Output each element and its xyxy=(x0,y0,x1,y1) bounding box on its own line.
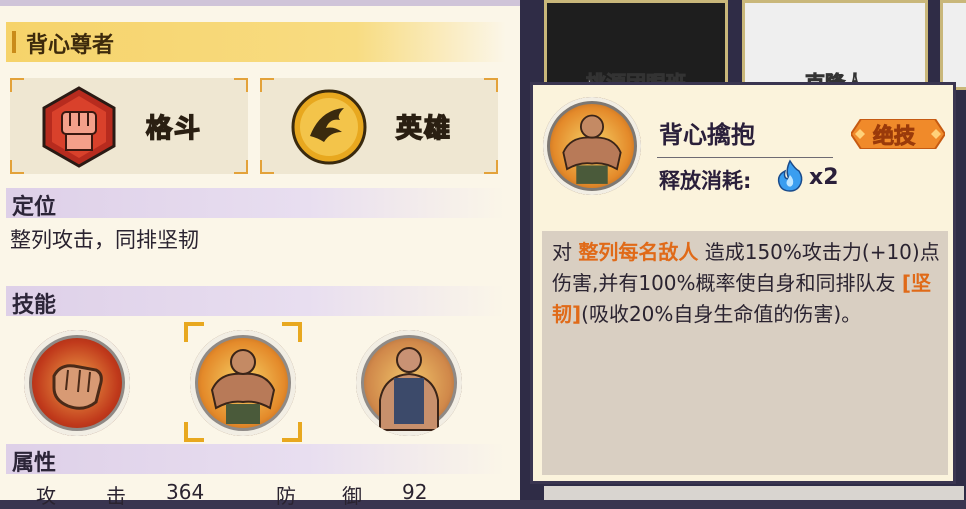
card-corner xyxy=(260,78,274,92)
skill-tooltip: 背心擒抱 绝技 释放消耗: x2 对 整列每名敌人 造成150%攻击力(+10)… xyxy=(530,82,956,484)
muscle-man-icon xyxy=(562,114,622,184)
desc-text: (吸收20%自身生命值的伤害)。 xyxy=(581,302,862,326)
hero-title-bar: 背心尊者 xyxy=(6,22,506,62)
hero-card-3[interactable] xyxy=(940,0,966,90)
panel-top-border xyxy=(0,0,520,6)
skill-name: 背心擒抱 xyxy=(659,121,755,149)
rank-label: 英雄 xyxy=(395,113,453,145)
skill-fist[interactable] xyxy=(24,330,130,436)
card-corner xyxy=(10,78,24,92)
card-corner xyxy=(234,78,248,92)
card-corner xyxy=(484,160,498,174)
skills-title: 技能 xyxy=(12,293,57,318)
class-label: 格斗 xyxy=(145,113,203,145)
skill-description: 对 整列每名敌人 造成150%攻击力(+10)点伤害,并有100%概率使自身和同… xyxy=(552,237,940,330)
skill-avatar xyxy=(543,97,641,195)
attributes-title: 属性 xyxy=(12,451,57,476)
hero-card-2[interactable]: 克隆人 xyxy=(742,0,928,96)
cost-multiplier: x2 xyxy=(809,165,839,190)
rank-card[interactable]: 英雄 xyxy=(260,78,498,174)
card-corner xyxy=(484,78,498,92)
desc-text: 对 xyxy=(552,240,579,264)
skill-vest-tackle[interactable] xyxy=(190,330,296,436)
position-section-header: 定位 xyxy=(6,188,506,220)
skill-description-box: 对 整列每名敌人 造成150%攻击力(+10)点伤害,并有100%概率使自身和同… xyxy=(542,231,948,475)
attack-label-1: 攻 xyxy=(36,484,56,508)
skill-passive[interactable] xyxy=(356,330,462,436)
position-title: 定位 xyxy=(12,195,57,220)
title-accent xyxy=(12,31,16,53)
position-description: 整列攻击，同排坚韧 xyxy=(10,228,199,252)
hero-card-bottom xyxy=(544,486,964,500)
punch-fist-icon xyxy=(52,364,103,410)
muscle-man-icon xyxy=(210,349,276,424)
hero-card-1[interactable]: 桃源团眼班 xyxy=(544,0,728,96)
card-corner xyxy=(260,160,274,174)
cost-label: 释放消耗: xyxy=(659,169,752,193)
skills-section-header: 技能 xyxy=(6,286,506,318)
attack-value: 364 xyxy=(166,480,205,504)
defense-value: 92 xyxy=(402,480,428,504)
muscle-man-icon xyxy=(379,347,439,431)
attack-label-2: 击 xyxy=(106,484,126,508)
card-corner xyxy=(10,160,24,174)
hero-info-panel: 背心尊者 格斗 英雄 定位 整列攻击，同排坚韧 技能 属性 攻 击 364 防 … xyxy=(0,0,520,508)
hero-name: 背心尊者 xyxy=(26,33,115,58)
attributes-section-header: 属性 xyxy=(6,444,506,476)
blue-flame-icon xyxy=(777,159,803,192)
fist-icon xyxy=(42,86,116,168)
defense-label-2: 御 xyxy=(342,484,362,508)
title-divider xyxy=(657,157,833,158)
desc-highlight-target: 整列每名敌人 xyxy=(578,240,699,264)
defense-label-1: 防 xyxy=(276,484,296,508)
card-corner xyxy=(234,160,248,174)
eagle-icon xyxy=(291,89,367,165)
ultimate-badge-label: 绝技 xyxy=(873,124,916,149)
class-card[interactable]: 格斗 xyxy=(10,78,248,174)
